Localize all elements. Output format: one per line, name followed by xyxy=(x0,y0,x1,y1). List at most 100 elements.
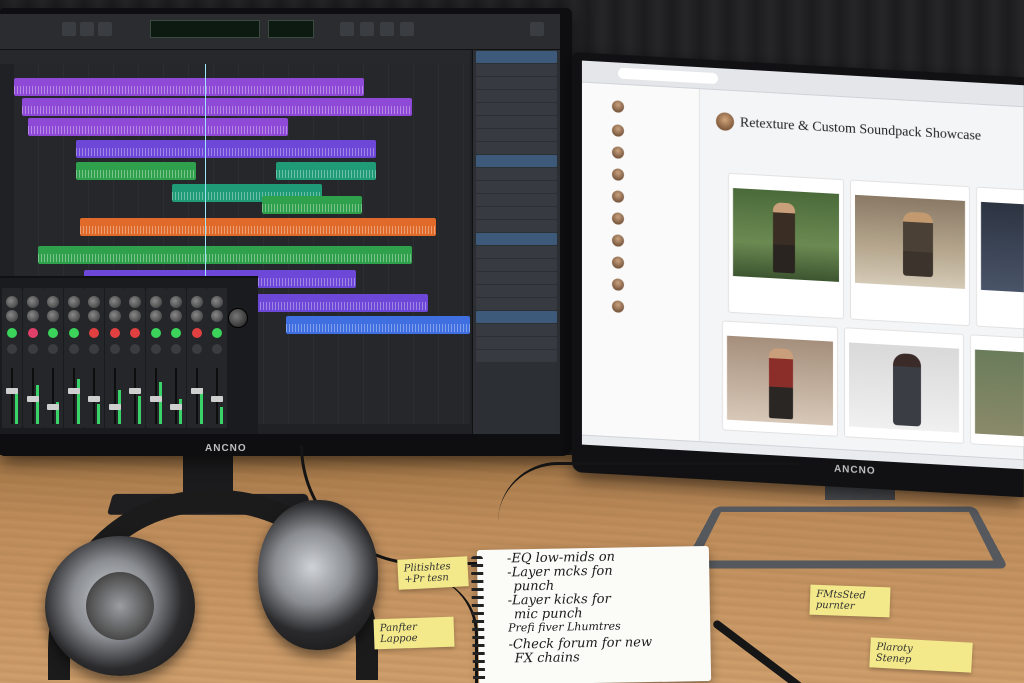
inspector-row[interactable] xyxy=(476,90,557,102)
audio-clip[interactable] xyxy=(276,162,376,180)
channel-knob[interactable] xyxy=(26,310,39,322)
sidebar-item[interactable] xyxy=(612,168,692,188)
master-knob[interactable] xyxy=(228,308,248,328)
inspector-row[interactable] xyxy=(476,324,557,336)
channel-button[interactable] xyxy=(130,344,140,354)
inspector-row[interactable] xyxy=(476,64,557,76)
channel-button[interactable] xyxy=(89,344,99,354)
channel-knob[interactable] xyxy=(211,296,223,308)
card-image[interactable] xyxy=(849,342,959,433)
channel-button[interactable] xyxy=(191,344,202,354)
inspector-row[interactable] xyxy=(476,220,557,232)
channel-button[interactable] xyxy=(7,344,17,354)
card-image[interactable] xyxy=(981,201,1024,293)
card-image[interactable] xyxy=(975,349,1024,437)
toolbar-button[interactable] xyxy=(80,22,94,36)
inspector-row[interactable] xyxy=(476,337,557,349)
channel-button[interactable] xyxy=(7,328,17,338)
channel-button[interactable] xyxy=(212,344,222,354)
channel-button[interactable] xyxy=(27,344,38,354)
channel-button[interactable] xyxy=(48,344,58,354)
fader-cap[interactable] xyxy=(129,388,141,394)
audio-clip[interactable] xyxy=(262,196,362,214)
inspector-row[interactable] xyxy=(476,311,557,323)
card-image[interactable] xyxy=(733,188,839,282)
fader-cap[interactable] xyxy=(47,404,59,410)
audio-clip[interactable] xyxy=(38,246,412,264)
channel-knob[interactable] xyxy=(129,296,141,308)
fader-cap[interactable] xyxy=(26,396,39,402)
inspector-row[interactable] xyxy=(476,298,557,310)
mixer-channel-strip[interactable] xyxy=(22,288,43,428)
audio-clip[interactable] xyxy=(76,140,376,158)
audio-clip[interactable] xyxy=(286,316,470,334)
toolbar-button[interactable] xyxy=(530,22,544,36)
channel-knob[interactable] xyxy=(26,296,39,308)
inspector-row[interactable] xyxy=(476,168,557,180)
fader-cap[interactable] xyxy=(88,396,100,402)
mixer-channel-strip[interactable] xyxy=(166,288,186,428)
toolbar-button[interactable] xyxy=(340,22,354,36)
inspector-row[interactable] xyxy=(476,259,557,271)
channel-button[interactable] xyxy=(89,328,99,338)
channel-button[interactable] xyxy=(150,328,161,338)
inspector-row[interactable] xyxy=(476,246,557,258)
inspector-row[interactable] xyxy=(476,116,557,128)
showcase-card[interactable] xyxy=(728,172,844,320)
card-image[interactable] xyxy=(727,335,833,426)
inspector-row[interactable] xyxy=(476,51,557,63)
channel-button[interactable] xyxy=(68,344,79,354)
showcase-card[interactable] xyxy=(722,320,838,437)
fader-cap[interactable] xyxy=(211,396,223,402)
channel-knob[interactable] xyxy=(67,310,80,322)
channel-button[interactable] xyxy=(68,328,79,338)
channel-knob[interactable] xyxy=(47,296,59,308)
sidebar-item[interactable] xyxy=(612,278,692,298)
toolbar-button[interactable] xyxy=(400,22,414,36)
inspector-row[interactable] xyxy=(476,129,557,141)
sidebar-item[interactable] xyxy=(612,300,692,320)
channel-knob[interactable] xyxy=(6,296,18,308)
toolbar-button[interactable] xyxy=(380,22,394,36)
sidebar-item[interactable] xyxy=(612,124,692,144)
mixer-channel-strip[interactable] xyxy=(63,288,84,428)
inspector-row[interactable] xyxy=(476,77,557,89)
channel-button[interactable] xyxy=(130,328,140,338)
audio-clip[interactable] xyxy=(80,218,436,236)
mixer-channel-strip[interactable] xyxy=(145,288,166,428)
toolbar-button[interactable] xyxy=(98,22,112,36)
channel-knob[interactable] xyxy=(67,296,80,308)
timeline-ruler[interactable] xyxy=(0,50,470,64)
inspector-row[interactable] xyxy=(476,103,557,115)
mixer-channel-strip[interactable] xyxy=(43,288,63,428)
showcase-card[interactable] xyxy=(844,327,964,444)
channel-button[interactable] xyxy=(191,328,202,338)
card-image[interactable] xyxy=(855,194,965,289)
channel-knob[interactable] xyxy=(6,310,18,322)
sidebar-item[interactable] xyxy=(612,234,692,254)
fader-cap[interactable] xyxy=(6,388,18,394)
channel-button[interactable] xyxy=(48,328,58,338)
channel-knob[interactable] xyxy=(170,296,182,308)
inspector-row[interactable] xyxy=(476,142,557,154)
inspector-row[interactable] xyxy=(476,285,557,297)
channel-knob[interactable] xyxy=(108,296,121,308)
showcase-card[interactable] xyxy=(970,334,1024,448)
channel-button[interactable] xyxy=(212,328,222,338)
channel-button[interactable] xyxy=(150,344,161,354)
sidebar-item[interactable] xyxy=(612,212,692,232)
toolbar-button[interactable] xyxy=(62,22,76,36)
audio-clip[interactable] xyxy=(76,162,196,180)
fader-cap[interactable] xyxy=(149,396,162,402)
audio-clip[interactable] xyxy=(22,98,412,116)
channel-knob[interactable] xyxy=(88,296,100,308)
inspector-row[interactable] xyxy=(476,233,557,245)
audio-clip[interactable] xyxy=(14,78,364,96)
channel-knob[interactable] xyxy=(149,296,162,308)
channel-button[interactable] xyxy=(171,328,181,338)
channel-knob[interactable] xyxy=(190,296,203,308)
mixer-channel-strip[interactable] xyxy=(2,288,22,428)
mixer-channel-strip[interactable] xyxy=(125,288,145,428)
channel-knob[interactable] xyxy=(190,310,203,322)
audio-clip[interactable] xyxy=(28,118,288,136)
